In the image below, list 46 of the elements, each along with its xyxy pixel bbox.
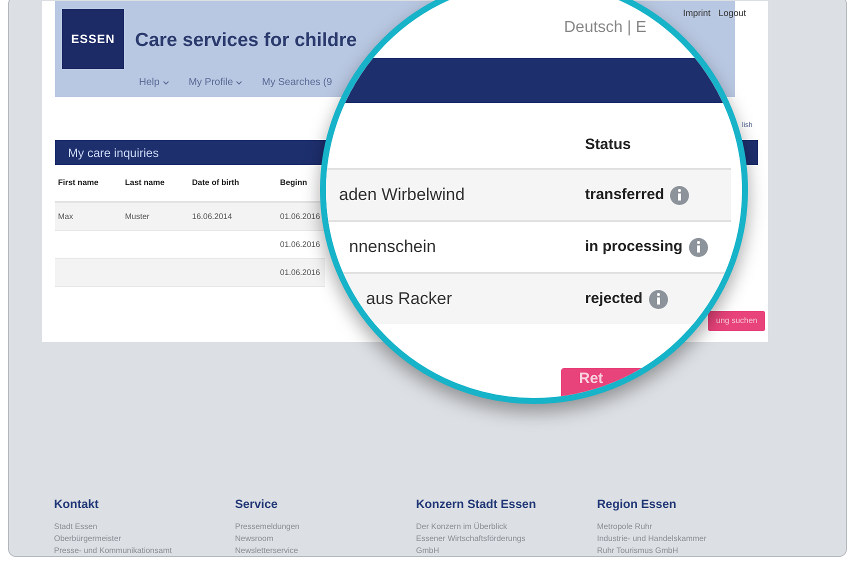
column-header: Date of birth: [191, 177, 240, 189]
footer-link[interactable]: Metropole Ruhr: [597, 521, 652, 533]
table-cell-text: Max: [57, 210, 74, 222]
footer-link[interactable]: Oberbürgermeister: [54, 533, 122, 545]
footer-link[interactable]: Industrie- und Handelskammer: [597, 533, 706, 545]
top-link[interactable]: Logout: [718, 7, 746, 20]
panel-title: My care inquiries: [68, 144, 159, 162]
footer-heading: Service: [235, 496, 279, 513]
footer-link[interactable]: Ruhr Tourismus GmbH: [597, 545, 678, 556]
language-links[interactable]: Deutsch | E: [564, 16, 646, 40]
footer-heading: Region Essen: [597, 496, 678, 513]
footer-link[interactable]: Essener Wirtschaftsförderungs: [416, 533, 526, 545]
status-header: Status: [585, 135, 631, 155]
status-text: in processing: [585, 236, 683, 257]
child-name: nnenschein: [348, 236, 437, 258]
table-cell-text: 01.06.2016: [279, 210, 322, 222]
footer-heading: Kontakt: [54, 496, 100, 513]
nav-link[interactable]: Help: [139, 75, 169, 90]
footer-link[interactable]: Pressemeldungen: [235, 521, 300, 533]
table-cell-text: 01.06.2016: [279, 238, 322, 250]
search-button[interactable]: ung suchen: [708, 311, 766, 331]
top-link[interactable]: Imprint: [683, 7, 711, 20]
essen-logo: ESSEN: [62, 9, 124, 69]
table-cell-text: 01.06.2016: [279, 266, 322, 278]
status-text: transferred: [585, 184, 664, 205]
site-title: Care services for childre: [135, 29, 357, 53]
nav-link[interactable]: My Profile: [188, 75, 242, 90]
info-icon[interactable]: [648, 290, 668, 308]
status-text: rejected: [585, 288, 643, 309]
child-name: aden Wirbelwind: [338, 184, 466, 206]
footer-link[interactable]: Stadt Essen: [54, 521, 98, 533]
footer-link[interactable]: Newsletterservice: [235, 545, 298, 556]
footer-heading: Konzern Stadt Essen: [416, 496, 538, 513]
table-cell-text: 16.06.2014: [191, 210, 234, 222]
footer-link[interactable]: Presse- und Kommunikationsamt: [54, 545, 172, 556]
column-header: First name: [57, 177, 100, 189]
footer-link[interactable]: Der Konzern im Überblick: [416, 521, 508, 533]
column-header: Last name: [124, 177, 166, 189]
child-name: aus Racker: [365, 288, 453, 310]
footer-link[interactable]: Newsroom: [235, 533, 274, 545]
column-header: Beginn: [279, 177, 308, 189]
info-icon[interactable]: [670, 186, 690, 204]
info-icon[interactable]: [688, 238, 708, 256]
table-cell-text: Muster: [124, 210, 150, 222]
footer-link[interactable]: GmbH: [416, 545, 440, 556]
nav-link[interactable]: My Searches (9: [262, 75, 332, 90]
